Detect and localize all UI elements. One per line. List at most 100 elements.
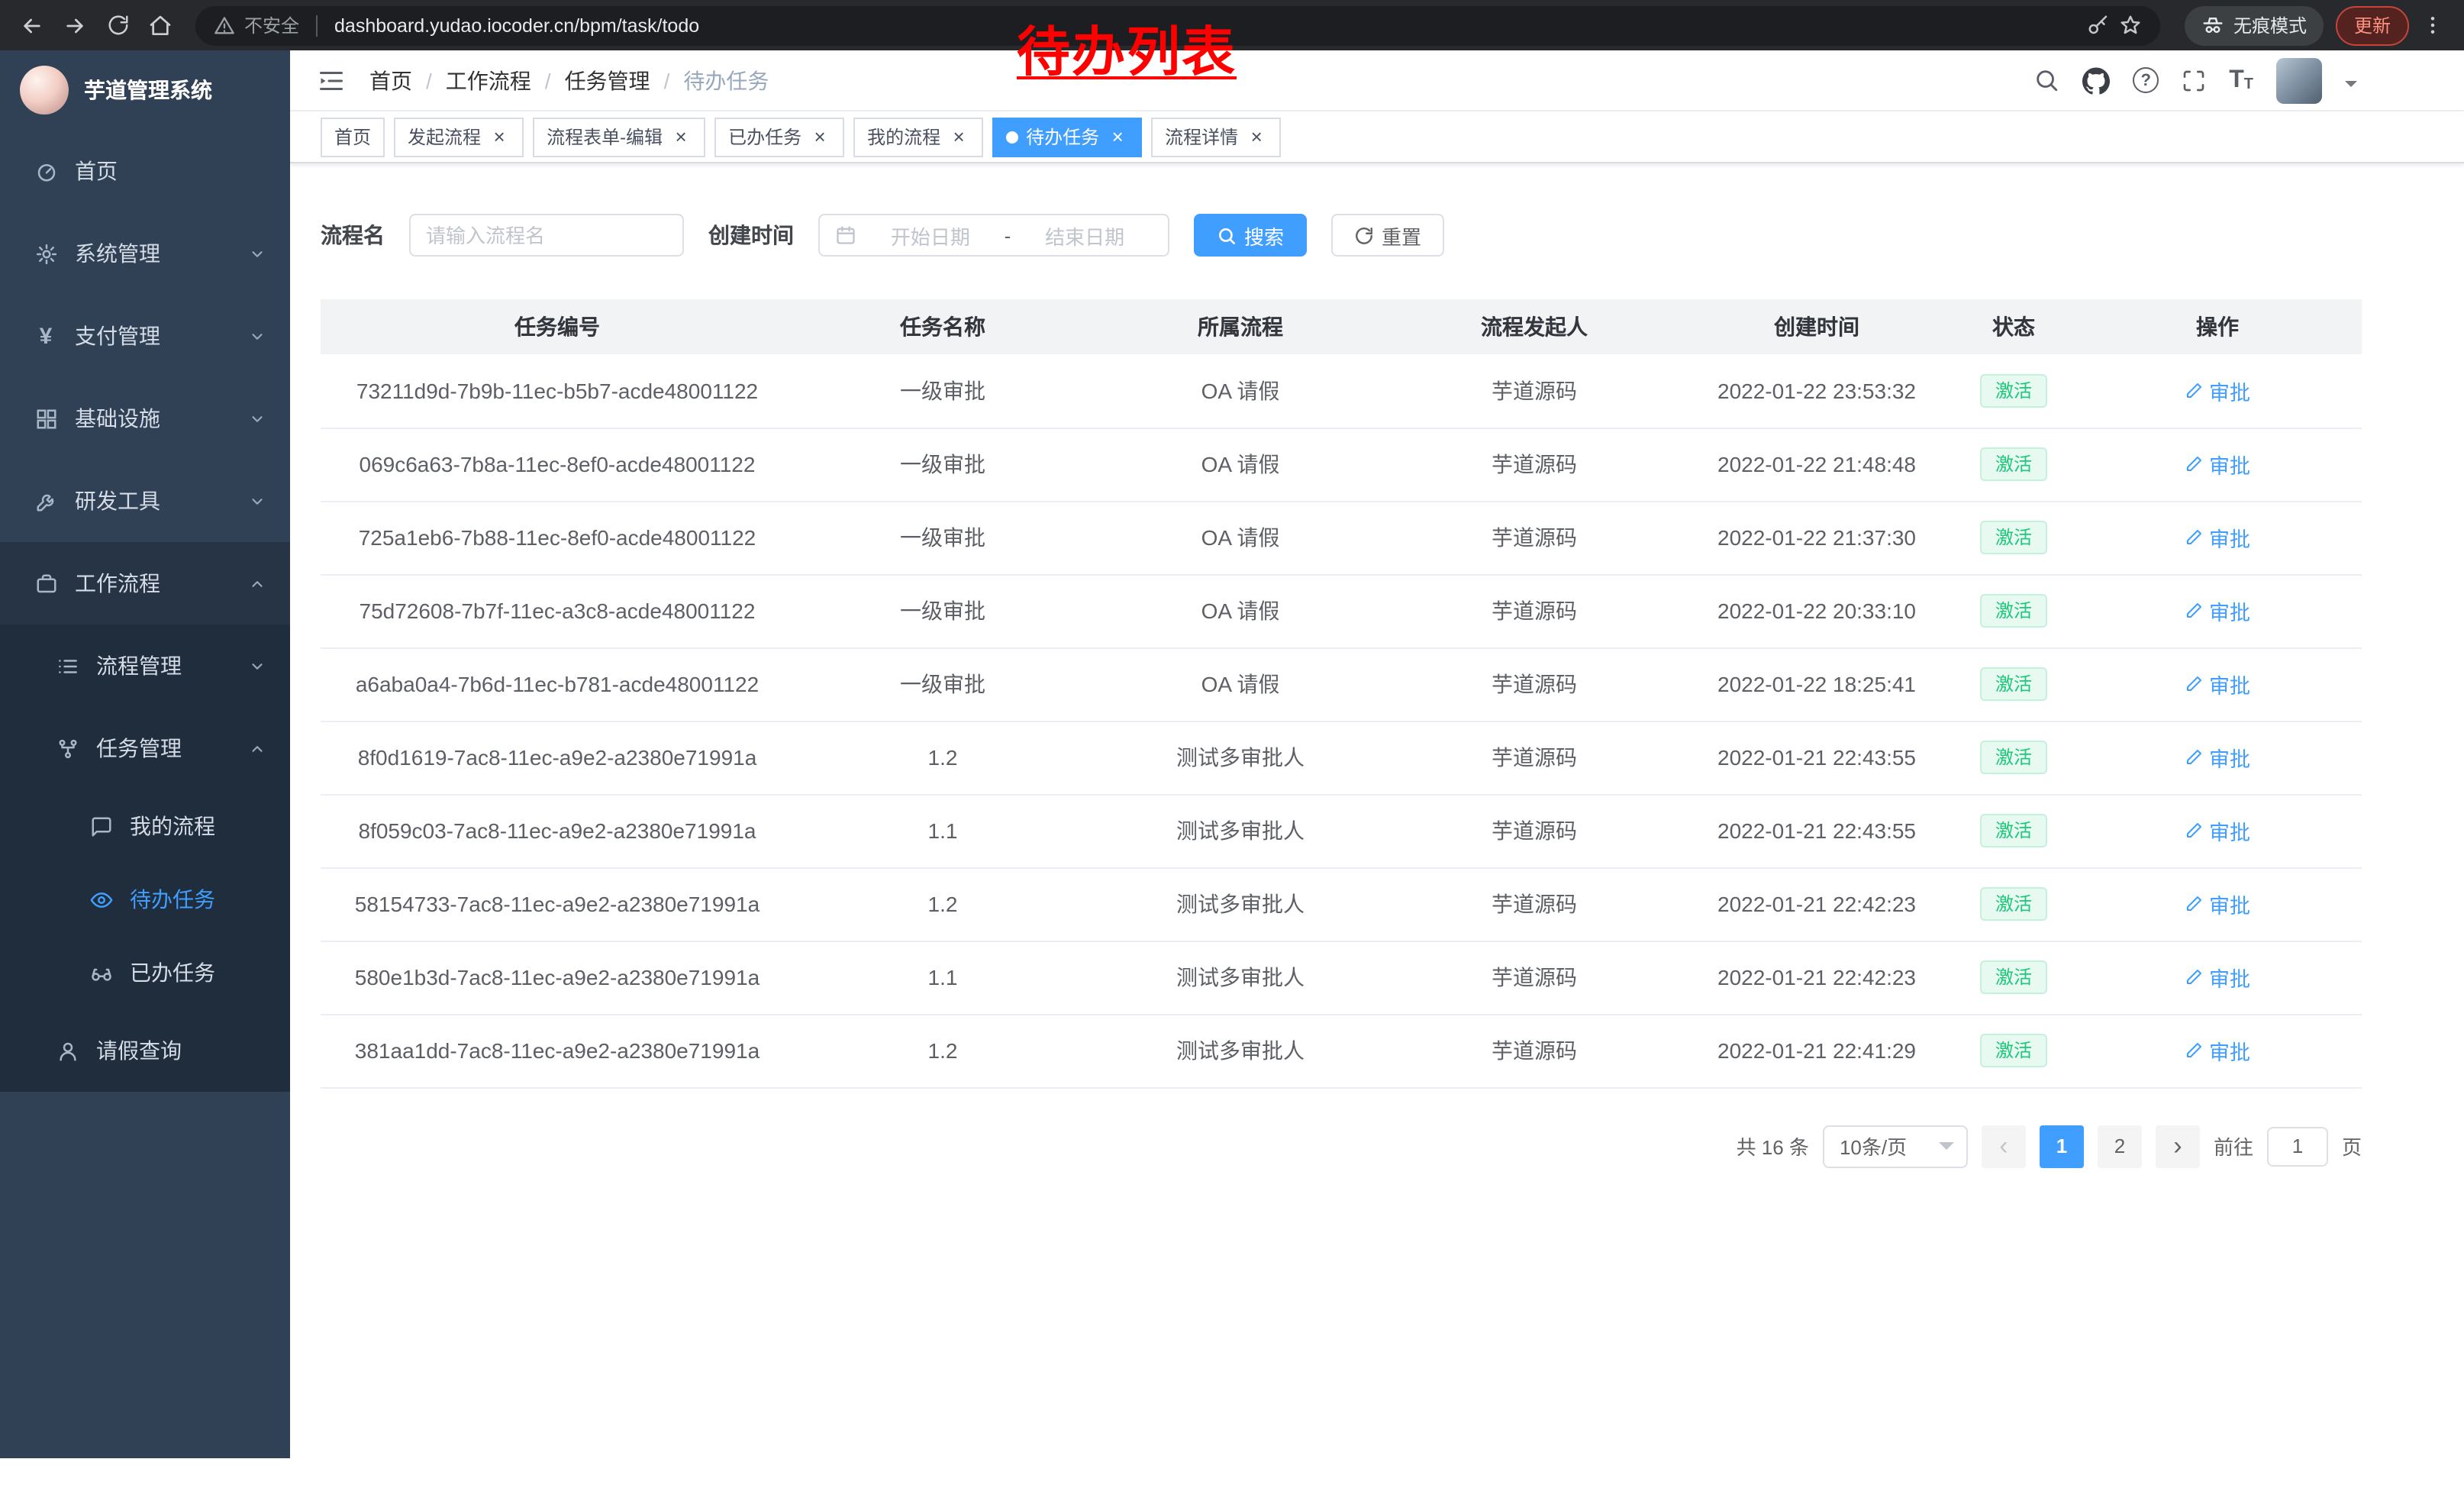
close-icon[interactable]: × — [948, 126, 969, 147]
page-2-button[interactable]: 2 — [2098, 1125, 2142, 1167]
breadcrumb-separator: / — [426, 68, 432, 92]
cell-created: 2022-01-21 22:43:55 — [1679, 794, 1954, 867]
close-icon[interactable]: × — [809, 126, 830, 147]
approve-link[interactable]: 审批 — [2185, 669, 2250, 699]
bookmark-star-icon[interactable] — [2119, 14, 2142, 37]
sidebar-item-system[interactable]: 系统管理 — [0, 212, 290, 295]
sidebar-item-home[interactable]: 首页 — [0, 130, 290, 212]
chevron-down-icon — [249, 245, 266, 262]
table-row: 58154733-7ac8-11ec-a9e2-a2380e71991a 1.2… — [321, 867, 2362, 941]
fullscreen-icon[interactable] — [2182, 68, 2206, 92]
key-icon[interactable] — [2087, 14, 2110, 37]
sidebar-item-done-tasks[interactable]: 已办任务 — [0, 936, 290, 1009]
sidebar: 芋道管理系统 首页 系统管理 ¥ 支付管理 — [0, 50, 290, 1458]
update-button[interactable]: 更新 — [2336, 5, 2409, 45]
approve-link[interactable]: 审批 — [2185, 449, 2250, 479]
chevron-down-icon[interactable] — [2345, 80, 2357, 92]
approve-label: 审批 — [2209, 596, 2250, 626]
sidebar-item-my-process[interactable]: 我的流程 — [0, 789, 290, 863]
sidebar-item-infrastructure[interactable]: 基础设施 — [0, 377, 290, 460]
page-size-select[interactable]: 10条/页 — [1823, 1125, 1968, 1167]
user-avatar[interactable] — [2276, 57, 2322, 103]
github-icon[interactable] — [2082, 66, 2110, 94]
tab-todo-tasks[interactable]: 待办任务 × — [992, 117, 1142, 157]
table-row: 580e1b3d-7ac8-11ec-a9e2-a2380e71991a 1.1… — [321, 941, 2362, 1014]
close-icon[interactable]: × — [670, 126, 692, 147]
tab-process-detail[interactable]: 流程详情 × — [1151, 117, 1281, 157]
close-icon[interactable]: × — [1107, 126, 1128, 147]
cell-process: 测试多审批人 — [1092, 721, 1389, 794]
sidebar-item-payment[interactable]: ¥ 支付管理 — [0, 295, 290, 377]
page-1-button[interactable]: 1 — [2040, 1125, 2084, 1167]
close-icon[interactable]: × — [1246, 126, 1267, 147]
goto-page-input[interactable] — [2267, 1126, 2328, 1166]
sidebar-item-todo-tasks[interactable]: 待办任务 — [0, 863, 290, 936]
back-icon[interactable] — [12, 5, 52, 45]
search-icon[interactable] — [2033, 67, 2059, 93]
next-page-button[interactable]: › — [2156, 1125, 2200, 1167]
edit-icon — [2185, 1041, 2203, 1060]
breadcrumb-home[interactable]: 首页 — [369, 65, 412, 95]
calendar-icon — [835, 224, 856, 246]
search-button[interactable]: 搜索 — [1194, 214, 1307, 257]
table-row: 069c6a63-7b8a-11ec-8ef0-acde48001122 一级审… — [321, 428, 2362, 501]
cell-process: OA 请假 — [1092, 428, 1389, 501]
forward-icon[interactable] — [55, 5, 95, 45]
yen-icon: ¥ — [34, 323, 58, 349]
approve-link[interactable]: 审批 — [2185, 815, 2250, 846]
help-icon[interactable]: ? — [2133, 67, 2159, 93]
menu-label: 我的流程 — [130, 811, 215, 841]
cell-created: 2022-01-22 18:25:41 — [1679, 647, 1954, 721]
column-header-task-id: 任务编号 — [321, 299, 794, 354]
approve-link[interactable]: 审批 — [2185, 376, 2250, 406]
incognito-icon — [2201, 14, 2224, 37]
process-name-input[interactable] — [409, 214, 684, 257]
approve-label: 审批 — [2209, 962, 2250, 993]
prev-page-button[interactable]: ‹ — [1982, 1125, 2026, 1167]
reload-icon[interactable] — [98, 5, 137, 45]
tab-home[interactable]: 首页 — [321, 117, 385, 157]
tab-done-tasks[interactable]: 已办任务 × — [714, 117, 844, 157]
edit-icon — [2185, 455, 2203, 473]
cell-created: 2022-01-22 21:37:30 — [1679, 501, 1954, 574]
sidebar-item-workflow[interactable]: 工作流程 — [0, 542, 290, 625]
browser-menu-icon[interactable] — [2412, 5, 2452, 45]
font-size-icon[interactable]: TT — [2229, 68, 2253, 92]
menu-label: 基础设施 — [75, 403, 160, 434]
end-date-placeholder: 结束日期 — [1017, 221, 1153, 250]
approve-link[interactable]: 审批 — [2185, 962, 2250, 993]
cell-starter: 芋道源码 — [1389, 647, 1679, 721]
sidebar-collapse-icon[interactable] — [311, 60, 351, 100]
breadcrumb-task-management[interactable]: 任务管理 — [565, 65, 650, 95]
approve-label: 审批 — [2209, 669, 2250, 699]
approve-label: 审批 — [2209, 522, 2250, 553]
todo-task-table: 任务编号 任务名称 所属流程 流程发起人 创建时间 状态 操作 73211d9d… — [321, 299, 2362, 1088]
cell-created: 2022-01-22 20:33:10 — [1679, 574, 1954, 647]
sidebar-item-leave-query[interactable]: 请假查询 — [0, 1009, 290, 1092]
approve-link[interactable]: 审批 — [2185, 742, 2250, 773]
date-range-picker[interactable]: 开始日期 - 结束日期 — [818, 214, 1169, 257]
reset-button[interactable]: 重置 — [1331, 214, 1444, 257]
tab-start-process[interactable]: 发起流程 × — [394, 117, 524, 157]
approve-link[interactable]: 审批 — [2185, 596, 2250, 626]
approve-label: 审批 — [2209, 449, 2250, 479]
annotation-overlay: 待办列表 — [1017, 9, 1237, 87]
sidebar-item-devtools[interactable]: 研发工具 — [0, 460, 290, 542]
status-badge: 激活 — [1980, 521, 2047, 554]
header-actions: ? TT — [2033, 57, 2357, 103]
tab-form-edit[interactable]: 流程表单-编辑 × — [533, 117, 705, 157]
app-title: 芋道管理系统 — [84, 75, 212, 105]
approve-link[interactable]: 审批 — [2185, 1035, 2250, 1066]
breadcrumb-workflow[interactable]: 工作流程 — [446, 65, 531, 95]
sidebar-item-process-management[interactable]: 流程管理 — [0, 625, 290, 707]
cell-starter: 芋道源码 — [1389, 428, 1679, 501]
glasses-icon — [89, 961, 113, 984]
close-icon[interactable]: × — [489, 126, 510, 147]
tab-label: 流程表单-编辑 — [547, 124, 663, 150]
approve-link[interactable]: 审批 — [2185, 522, 2250, 553]
approve-link[interactable]: 审批 — [2185, 889, 2250, 919]
tab-my-process[interactable]: 我的流程 × — [853, 117, 983, 157]
cell-task-name: 一级审批 — [794, 428, 1092, 501]
home-icon[interactable] — [140, 5, 180, 45]
sidebar-item-task-management[interactable]: 任务管理 — [0, 707, 290, 789]
